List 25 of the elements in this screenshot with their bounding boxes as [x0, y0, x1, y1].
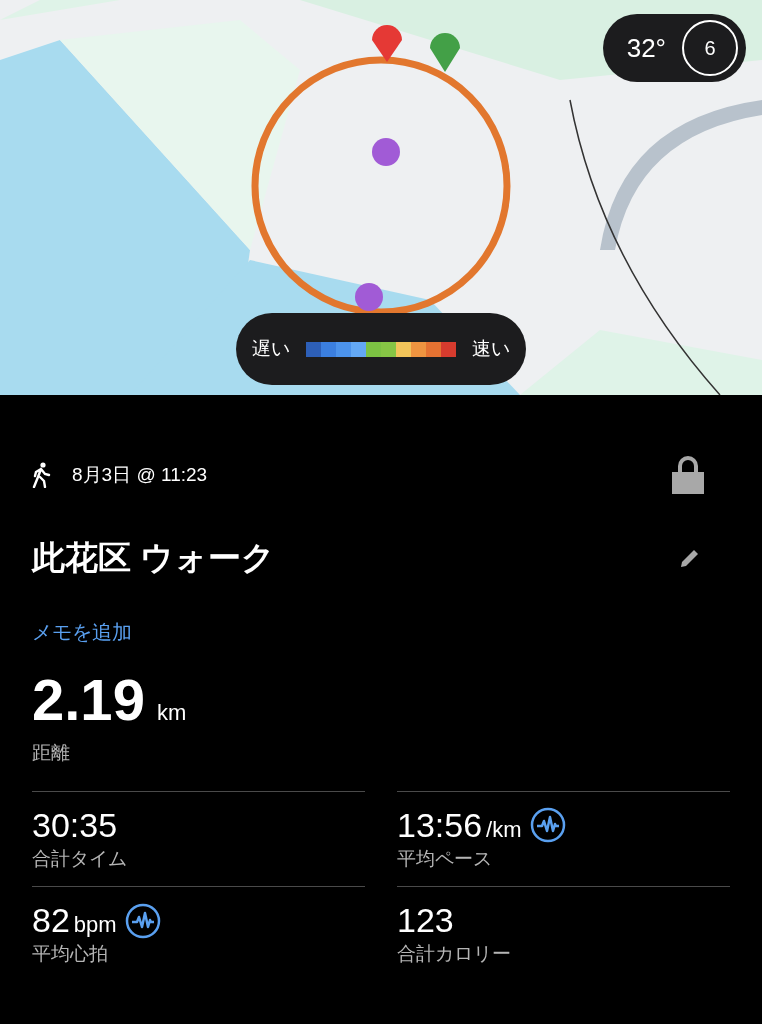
uv-index-dial: 6: [682, 20, 738, 76]
activity-title: 此花区 ウォーク: [32, 538, 276, 578]
distance-value: 2.19: [32, 670, 145, 729]
stat-unit: /km: [486, 816, 522, 844]
stat-label: 平均ペース: [397, 846, 493, 871]
stat-value: 30:35: [32, 805, 118, 846]
heartbeat-icon[interactable]: [529, 807, 566, 844]
stat-label: 合計タイム: [32, 846, 128, 871]
stat-value: 123: [397, 900, 454, 942]
stat-unit: bpm: [73, 911, 117, 940]
walking-icon: [32, 462, 52, 488]
slow-label: 遅い: [252, 336, 290, 361]
stat-value: 13:56: [397, 805, 483, 846]
distance-unit: km: [156, 698, 187, 727]
activity-date: 8月3日 @ 11:23: [72, 462, 208, 487]
temperature: 32°: [626, 31, 666, 65]
heartbeat-icon[interactable]: [124, 902, 161, 939]
distance-label: 距離: [32, 740, 71, 765]
weather-badge[interactable]: 32° 6: [602, 14, 746, 82]
fast-label: 速い: [472, 336, 510, 361]
lock-icon[interactable]: [672, 456, 704, 494]
add-note-link[interactable]: メモを追加: [32, 616, 132, 647]
stat-label: 平均心拍: [32, 941, 109, 966]
stat-label: 合計カロリー: [397, 941, 512, 966]
stat-value: 82: [32, 900, 70, 942]
